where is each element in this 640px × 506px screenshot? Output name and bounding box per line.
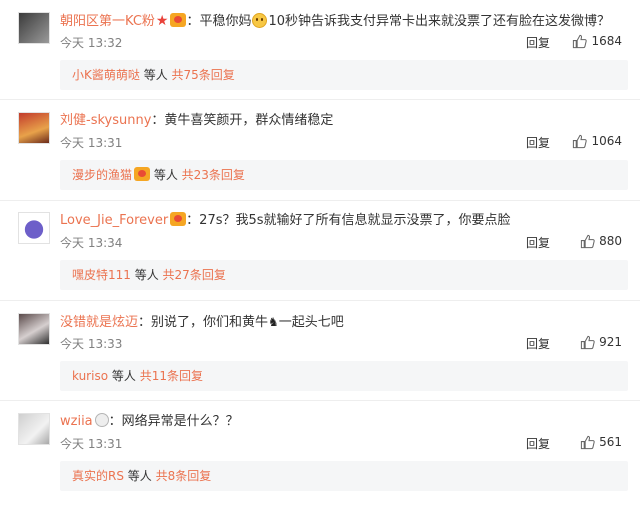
divider — [0, 300, 640, 301]
comment-text: 10秒钟告诉我支付异常卡出来就没票了还有脸在这发微博？ — [268, 14, 611, 29]
like-button[interactable]: 1684 — [572, 32, 622, 50]
like-button[interactable]: 921 — [580, 333, 622, 351]
vip-icon — [170, 13, 187, 27]
reply-button[interactable]: 回复 — [526, 134, 550, 151]
sub-reply-count[interactable]: 共23条回复 — [182, 168, 245, 182]
reply-button[interactable]: 回复 — [526, 335, 550, 352]
like-button[interactable]: 561 — [580, 433, 622, 451]
like-button[interactable]: 880 — [580, 232, 622, 250]
thumbs-up-icon — [580, 435, 595, 449]
sub-reply-summary[interactable]: 小K酱萌萌哒 等人 共75条回复 — [60, 60, 628, 90]
sub-reply-text: 等人 — [130, 268, 163, 282]
thumbs-up-icon — [573, 34, 588, 48]
comment-username[interactable]: 没错就是炫迈 — [60, 315, 138, 330]
divider — [0, 99, 640, 100]
vip-icon — [134, 167, 151, 181]
sub-reply-summary[interactable]: 漫步的渔猫 等人 共23条回复 — [60, 160, 628, 190]
comment-line: wziia ：网络异常是什么？？ — [60, 413, 239, 431]
comment-line: 刘健-skysunny：黄牛喜笑颜开，群众情绪稳定 — [60, 112, 333, 130]
like-count: 880 — [599, 234, 622, 248]
comment-time: 今天 13:31 — [60, 437, 123, 451]
sub-reply-username[interactable]: 真实的RS — [72, 469, 124, 483]
thumbs-up-icon — [573, 134, 588, 148]
comment-time: 今天 13:32 — [60, 36, 123, 50]
sub-reply-count[interactable]: 共11条回复 — [140, 369, 203, 383]
comment-text: ：27s？我5s就输好了所有信息就显示没票了，你要点脸 — [186, 213, 511, 228]
badge-icon — [94, 413, 109, 427]
divider — [0, 400, 640, 401]
sub-reply-text: 等人 — [123, 469, 156, 483]
sub-reply-text: 等人 — [108, 369, 140, 383]
sub-reply-username[interactable]: 嘿皮特111 — [72, 268, 131, 282]
sub-reply-username[interactable]: 漫步的渔猫 — [72, 168, 132, 182]
vip-icon — [170, 212, 187, 226]
sub-reply-text: 等人 — [139, 68, 172, 82]
sub-reply-text: 等人 — [150, 168, 182, 182]
sub-reply-summary[interactable]: 真实的RS 等人 共8条回复 — [60, 461, 628, 491]
reply-button[interactable]: 回复 — [526, 234, 550, 251]
sub-reply-count[interactable]: 共8条回复 — [156, 469, 212, 483]
thumbs-up-icon — [580, 234, 595, 248]
comment-text: ：平稳你妈 — [186, 14, 252, 29]
comment-line: 朝阳区第一KC粉★ ：平稳你妈 10秒钟告诉我支付异常卡出来就没票了还有脸在这发微博… — [60, 12, 610, 30]
avatar[interactable] — [18, 112, 50, 144]
comment-time: 今天 13:31 — [60, 136, 123, 150]
avatar[interactable] — [18, 413, 50, 445]
comment-username[interactable]: Love_Jie_Forever — [60, 213, 168, 228]
avatar[interactable] — [18, 12, 50, 44]
reply-button[interactable]: 回复 — [526, 435, 550, 452]
sub-reply-summary[interactable]: 嘿皮特111 等人 共27条回复 — [60, 260, 628, 290]
sub-reply-username[interactable]: 小K酱萌萌哒 — [72, 68, 140, 82]
comment-username[interactable]: wziia — [60, 414, 93, 429]
comment-text: 一起头七吧 — [278, 315, 344, 330]
sub-reply-summary[interactable]: kuriso 等人 共11条回复 — [60, 361, 628, 391]
emoji-icon — [252, 13, 268, 28]
horse-emoji-icon: ♞ — [268, 315, 279, 329]
like-count: 561 — [599, 435, 622, 449]
like-count: 921 — [599, 335, 622, 349]
comment-text: ：网络异常是什么？？ — [108, 414, 239, 429]
comment-line: 没错就是炫迈：别说了，你们和黄牛♞一起头七吧 — [60, 313, 344, 331]
like-count: 1684 — [591, 34, 622, 48]
sub-reply-username[interactable]: kuriso — [72, 369, 108, 383]
avatar[interactable] — [18, 212, 50, 244]
comment-text: ：别说了，你们和黄牛 — [138, 315, 269, 330]
like-count: 1064 — [591, 134, 622, 148]
comment-line: Love_Jie_Forever ：27s？我5s就输好了所有信息就显示没票了，你… — [60, 212, 511, 230]
comment-username[interactable]: 朝阳区第一KC粉 — [60, 14, 155, 29]
thumbs-up-icon — [580, 335, 595, 349]
reply-button[interactable]: 回复 — [526, 34, 550, 51]
comment-time: 今天 13:33 — [60, 337, 123, 351]
divider — [0, 200, 640, 201]
comment-text: ：黄牛喜笑颜开，群众情绪稳定 — [151, 113, 334, 128]
comment-list: 朝阳区第一KC粉★ ：平稳你妈 10秒钟告诉我支付异常卡出来就没票了还有脸在这发微博… — [0, 0, 640, 506]
sub-reply-count[interactable]: 共75条回复 — [172, 68, 235, 82]
like-button[interactable]: 1064 — [572, 132, 622, 150]
avatar[interactable] — [18, 313, 50, 345]
comment-username[interactable]: 刘健-skysunny — [60, 113, 151, 128]
comment-time: 今天 13:34 — [60, 236, 123, 250]
star-icon: ★ — [155, 13, 169, 29]
sub-reply-count[interactable]: 共27条回复 — [163, 268, 226, 282]
